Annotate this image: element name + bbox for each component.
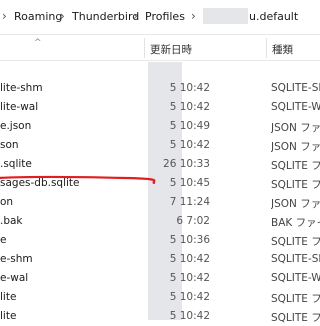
column-divider[interactable]	[266, 38, 267, 58]
table-row[interactable]: lite 5 10:42 SQLITE ファ	[0, 307, 320, 326]
file-type: JSON ファイ	[271, 122, 320, 134]
file-date: 5 10:42	[169, 101, 210, 113]
file-type: JSON ファイ	[271, 198, 320, 210]
sort-up-icon[interactable]: ^	[34, 38, 42, 48]
chevron-right-icon[interactable]: ›	[133, 9, 138, 23]
file-name: .bak	[0, 215, 23, 227]
table-row[interactable]: son 5 10:42 JSON ファイ	[0, 136, 320, 155]
breadcrumb-profile[interactable]: u.default	[249, 10, 298, 23]
file-date: 5 10:45	[169, 177, 210, 189]
file-date: 5 10:42	[169, 139, 210, 151]
table-row[interactable]: e-shm 5 10:42 SQLITE-SHN	[0, 250, 320, 269]
file-type: SQLITE ファ	[271, 160, 320, 172]
file-name: lite-shm	[0, 82, 43, 94]
file-type: SQLITE-SHM	[271, 82, 320, 94]
file-name: e-shm	[0, 253, 33, 265]
address-bar[interactable]: › Roaming › Thunderbird › Profiles › u.d…	[0, 0, 320, 35]
file-name: lite	[0, 310, 17, 322]
table-row[interactable]: e 5 10:36 SQLITE ファ	[0, 231, 320, 250]
file-date: 26 10:33	[163, 158, 210, 170]
chevron-right-icon[interactable]: ›	[191, 9, 196, 23]
file-name: lite	[0, 291, 17, 303]
chevron-right-icon[interactable]: ›	[2, 9, 7, 23]
file-date: 5 10:42	[169, 291, 210, 303]
table-row[interactable]: e-wal 5 10:42 SQLITE-WA	[0, 269, 320, 288]
red-underline-annotation	[0, 175, 156, 185]
table-row[interactable]: lite-shm 5 10:42 SQLITE-SHM	[0, 79, 320, 98]
file-date: 5 10:42	[169, 310, 210, 322]
file-name: son	[0, 139, 19, 151]
table-row[interactable]: on 7 11:24 JSON ファイ	[0, 193, 320, 212]
file-date: 7 11:24	[169, 196, 210, 208]
file-name: on	[0, 196, 14, 208]
file-date: 5 10:42	[169, 82, 210, 94]
file-name: e	[0, 234, 7, 246]
file-type: SQLITE ファ	[271, 236, 320, 248]
file-list: lite-shm 5 10:42 SQLITE-SHM lite-wal 5 1…	[0, 60, 320, 326]
table-row[interactable]: .bak 6 7:02 BAK ファイル	[0, 212, 320, 231]
file-type: SQLITE ファ	[271, 312, 320, 324]
file-type: SQLITE-WA	[271, 101, 320, 113]
column-date-header[interactable]: 更新日時	[150, 42, 192, 57]
file-type: SQLITE ファ	[271, 293, 320, 305]
file-type: SQLITE-WA	[271, 272, 320, 284]
redacted-profile-id	[203, 8, 248, 24]
breadcrumb-thunderbird[interactable]: Thunderbird	[72, 10, 139, 23]
file-date: 6 7:02	[176, 215, 210, 227]
table-row[interactable]: lite-wal 5 10:42 SQLITE-WA	[0, 98, 320, 117]
file-type: SQLITE ファ	[271, 179, 320, 191]
breadcrumb-roaming[interactable]: Roaming	[14, 10, 62, 23]
file-date: 5 10:42	[169, 253, 210, 265]
file-type: SQLITE-SHN	[271, 253, 320, 265]
table-row[interactable]: lite 5 10:42 SQLITE ファ	[0, 288, 320, 307]
file-name: e.json	[0, 120, 32, 132]
chevron-right-icon[interactable]: ›	[60, 9, 65, 23]
file-name: lite-wal	[0, 101, 39, 113]
file-name: .sqlite	[0, 158, 32, 170]
column-header: ^ 更新日時 種類	[0, 36, 320, 61]
file-date: 5 10:36	[169, 234, 210, 246]
file-type: JSON ファイ	[271, 141, 320, 153]
table-row[interactable]: .sqlite 26 10:33 SQLITE ファ	[0, 155, 320, 174]
file-name: e-wal	[0, 272, 29, 284]
file-type: BAK ファイル	[271, 217, 320, 229]
column-divider[interactable]	[144, 38, 145, 58]
file-date: 5 10:49	[169, 120, 210, 132]
column-type-header[interactable]: 種類	[272, 42, 293, 57]
breadcrumb-profiles[interactable]: Profiles	[145, 10, 185, 23]
table-row[interactable]: e.json 5 10:49 JSON ファイ	[0, 117, 320, 136]
file-date: 5 10:42	[169, 272, 210, 284]
table-row[interactable]	[0, 60, 320, 79]
